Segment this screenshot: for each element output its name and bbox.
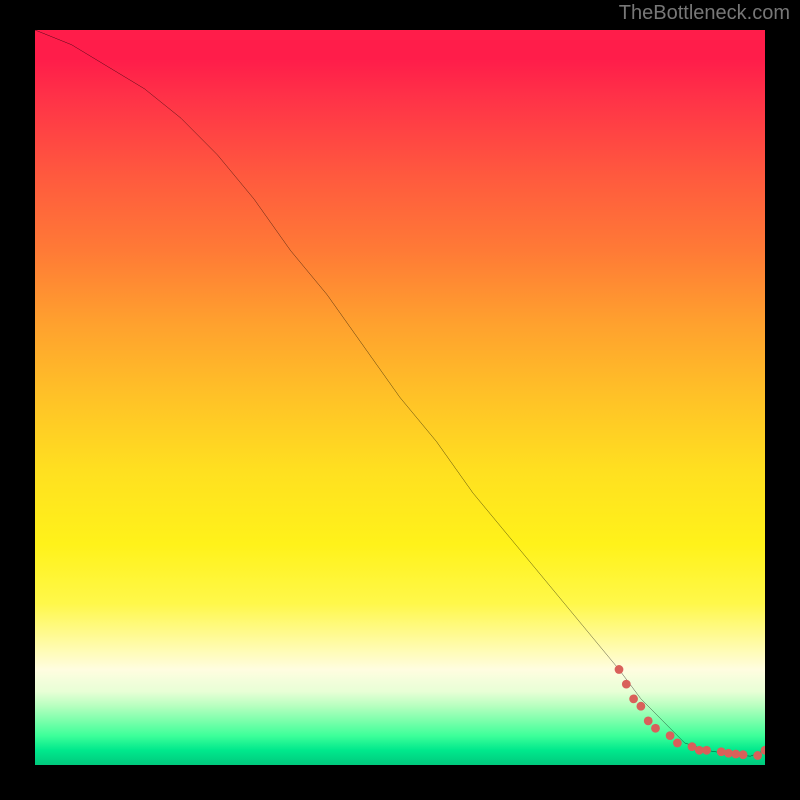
- bottleneck-curve: [35, 30, 765, 756]
- watermark-text: TheBottleneck.com: [619, 2, 790, 25]
- data-point: [717, 747, 726, 756]
- data-point: [702, 746, 711, 755]
- data-point: [644, 716, 653, 725]
- data-point: [622, 680, 631, 689]
- data-point: [739, 750, 748, 759]
- chart-frame: TheBottleneck.com: [0, 0, 800, 800]
- chart-svg: [35, 30, 765, 765]
- plot-area: [35, 30, 765, 765]
- data-point: [666, 731, 675, 740]
- data-point: [673, 739, 682, 748]
- data-point: [629, 694, 638, 703]
- data-point: [615, 665, 624, 674]
- data-points: [615, 665, 765, 760]
- data-point: [651, 724, 660, 733]
- data-point: [753, 751, 762, 760]
- data-point: [637, 702, 646, 711]
